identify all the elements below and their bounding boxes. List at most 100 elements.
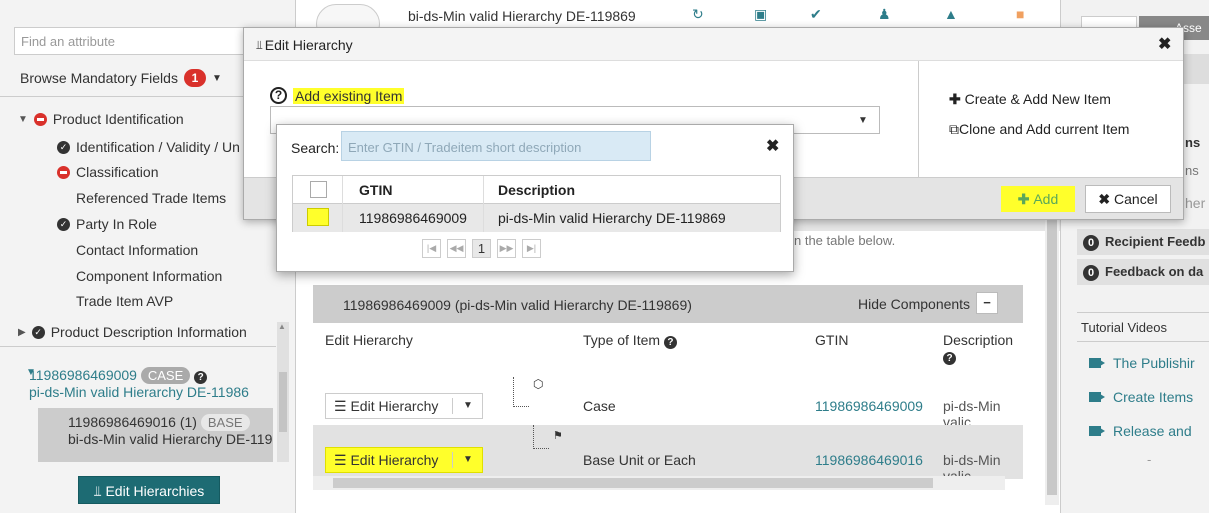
tree-item-identification[interactable]: ✓ Identification / Validity / Un [57,139,240,155]
grid-column-headers: Edit Hierarchy Type of Item ? GTIN Descr… [313,323,1023,365]
close-icon[interactable]: ✖ [766,136,779,156]
hierarchy-icon: ⫫ [93,483,106,499]
clone-icon: ⧉ [949,121,959,137]
recipient-feedback[interactable]: 0 Recipient Feedb [1077,229,1209,255]
cancel-button-label: Cancel [1114,191,1158,207]
edit-hierarchies-label: Edit Hierarchies [105,483,205,499]
tutorial-link[interactable]: Create Items [1089,389,1193,405]
tree-item-label: Product Description Information [50,324,247,340]
hierarchy-node-case[interactable]: 11986986469009 CASE ? pi-ds-Min valid Hi… [29,367,274,400]
tree-item-contact-information[interactable]: Contact Information [76,242,198,258]
save-icon[interactable]: ▣ [754,6,767,23]
grid-row[interactable]: ⬡ ☰ Edit Hierarchy ▼ Case 11986986469009… [313,377,1023,430]
clone-add-current-item[interactable]: ⧉Clone and Add current Item [949,121,1129,138]
feedback-count: 0 [1083,235,1099,251]
video-camera-icon [1089,426,1105,436]
thumbs-down-icon[interactable]: ■ [1016,6,1024,22]
attribute-search-input[interactable]: Find an attribute [14,27,246,55]
tutorial-link[interactable]: Release and [1089,423,1192,439]
dialog-title: ⫫ Edit Hierarchy [256,37,353,53]
dialog-header: ⫫ Edit Hierarchy ✖ [244,28,1183,61]
tree-item-component-information[interactable]: Component Information [76,268,222,284]
close-icon: ✖ [1098,191,1115,207]
select-all-checkbox[interactable] [310,181,327,198]
edit-hierarchy-dropdown[interactable]: ☰ Edit Hierarchy ▼ [325,447,483,473]
tree-item-party-in-role[interactable]: ✓ Party In Role [57,216,157,232]
caret-down-icon[interactable]: ▼ [858,115,868,126]
validate-check-icon[interactable]: ✔ [810,6,822,23]
caret-down-icon[interactable]: ▼ [463,448,473,472]
row-description: pi-ds-Min valid Hierarchy DE-119869 [498,210,726,226]
hierarchy-description: pi-ds-Min valid Hierarchy DE-11986 [29,384,249,400]
caret-down-icon[interactable]: ▼ [212,73,222,84]
flag-icon: ⚑ [553,430,563,442]
last-page-icon[interactable]: ▶| [522,239,541,258]
browse-mandatory-fields[interactable]: Browse Mandatory Fields 1 ▼ [20,69,222,87]
create-add-new-item[interactable]: ✚ Create & Add New Item [949,91,1111,108]
add-button[interactable]: ✚ Add [1001,186,1075,212]
collapse-icon[interactable]: ▼ [18,114,28,125]
tree-item-product-identification[interactable]: ▼ Product Identification [18,111,184,127]
gtin-link[interactable]: 11986986469009 [815,398,923,414]
table-row[interactable]: 11986986469009 pi-ds-Min valid Hierarchy… [293,204,780,232]
edit-hierarchy-dropdown[interactable]: ☰ Edit Hierarchy ▼ [325,393,483,419]
tree-item-label: Contact Information [76,242,199,258]
scroll-up-icon[interactable]: ▲ [278,322,286,331]
tutorial-label: The Publishir [1113,355,1195,371]
user-add-icon[interactable]: ♟ [878,6,891,23]
list-icon: ☰ [334,452,351,468]
edit-hierarchy-label: Edit Hierarchy [350,398,439,414]
browse-mandatory-label: Browse Mandatory Fields [20,70,178,86]
help-icon[interactable]: ? [194,371,208,384]
edit-hierarchy-label: Edit Hierarchy [350,452,439,468]
tutorial-label: Release and [1113,423,1192,439]
current-page[interactable]: 1 [472,239,491,258]
caret-down-icon[interactable]: ▼ [463,394,473,418]
tree-item-product-description[interactable]: ▶ ✓ Product Description Information [18,324,247,340]
thumbs-up-icon[interactable]: ▲ [944,6,958,22]
check-icon: ✓ [57,140,70,154]
feedback-count: 0 [1083,265,1099,281]
edit-hierarchies-button[interactable]: ⫫ Edit Hierarchies [78,476,220,504]
horizontal-scrollbar[interactable] [313,476,1005,490]
sidebar-scrollbar[interactable] [277,322,289,462]
tree-item-label: Referenced Trade Items [76,190,227,206]
row-checkbox[interactable] [307,208,329,226]
expand-icon[interactable]: ▶ [18,327,26,338]
grid-header-title: 11986986469009 (pi-ds-Min valid Hierarch… [343,297,692,313]
list-icon: ☰ [334,398,351,414]
col-gtin: GTIN [359,182,393,198]
cancel-button[interactable]: ✖ Cancel [1085,185,1171,213]
col-description: Description [498,182,576,198]
refresh-icon[interactable]: ↻ [692,6,704,23]
search-label: Search: [291,140,340,156]
tutorial-label: Create Items [1113,389,1194,405]
close-icon[interactable]: ✖ [1158,34,1171,54]
gtin-link[interactable]: 11986986469016 [815,452,923,468]
hide-components-button[interactable]: − [976,292,998,314]
case-badge: CASE [140,367,191,384]
video-camera-icon [1089,358,1105,368]
tutorial-link[interactable]: The Publishir [1089,355,1195,371]
plus-icon: ✚ [1017,191,1034,207]
help-icon[interactable]: ? [270,87,287,104]
gtin-search-input[interactable]: Enter GTIN / Tradeitem short description [341,131,651,161]
next-page-icon[interactable]: ▶▶ [497,239,516,258]
prev-page-icon[interactable]: ◀◀ [447,239,466,258]
tree-item-trade-item-avp[interactable]: Trade Item AVP [76,293,173,309]
case-box-icon: ⬡ [533,377,544,391]
tree-item-classification[interactable]: Classification [57,164,158,180]
first-page-icon[interactable]: |◀ [422,239,441,258]
hierarchy-node-base[interactable]: 11986986469016 (1) BASE bi-ds-Min valid … [38,408,273,462]
vertical-scrollbar[interactable] [1045,175,1059,505]
hierarchy-icon: ⫫ [256,37,263,52]
tree-item-referenced-trade-items[interactable]: Referenced Trade Items [76,190,226,206]
help-icon[interactable]: ? [943,352,956,365]
right-text: her [1185,195,1206,211]
grid-row-selected[interactable]: ⚑ ☰ Edit Hierarchy ▼ Base Unit or Each 1… [313,425,1023,484]
help-icon[interactable]: ? [663,336,677,349]
type-of-item: Case [583,398,616,414]
feedback-on-data[interactable]: 0 Feedback on da [1077,259,1209,285]
col-type-of-item: Type of Item ? [583,332,677,349]
add-existing-item: ? Add existing Item [270,87,405,104]
